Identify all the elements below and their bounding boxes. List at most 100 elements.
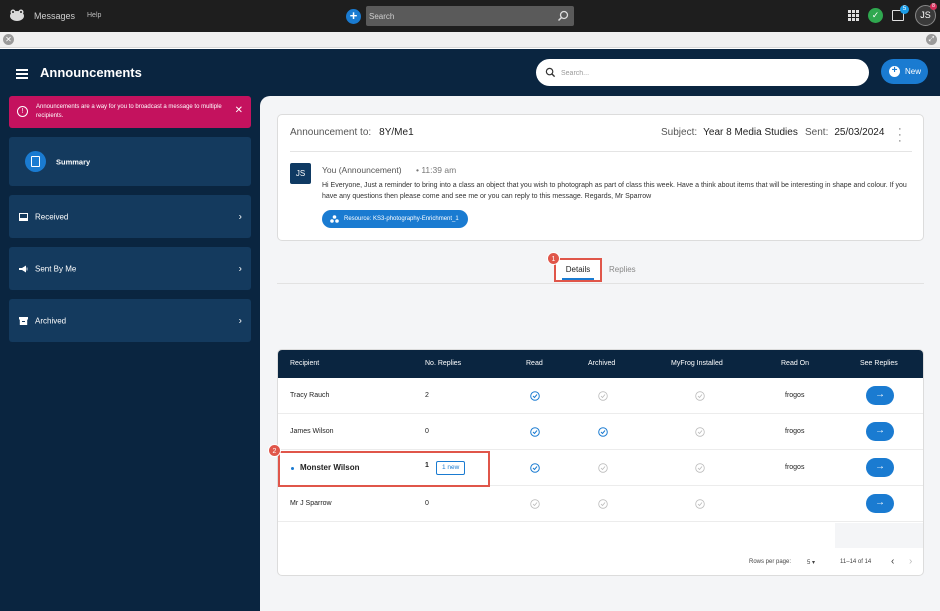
announcement-sent: Sent: 25/03/2024 (805, 127, 884, 138)
new-announcement-button[interactable]: + New (881, 59, 928, 84)
search-icon (545, 67, 556, 78)
notification-badge: 8 (930, 3, 937, 10)
detail-tabs: Details 1 Replies (277, 252, 924, 284)
tab-details-label: Details (565, 265, 591, 274)
inbox-count-badge: 5 (900, 5, 909, 14)
archive-icon (19, 316, 28, 325)
message-body: Hi Everyone, Just a reminder to bring in… (322, 182, 907, 200)
th-read[interactable]: Read (526, 350, 543, 378)
reply-count: 0 (425, 500, 429, 507)
inbox-icon (19, 212, 28, 221)
archived-check-icon (598, 427, 608, 437)
sidebar-item-label: Received (35, 212, 69, 221)
th-replies[interactable]: No. Replies (425, 350, 461, 378)
announcements-search[interactable] (536, 59, 869, 86)
table-pagination: Rows per page: 5 ▾ 11–14 of 14 ‹ › (278, 548, 923, 575)
th-myfrog-installed[interactable]: MyFrog Installed (671, 350, 723, 378)
announcements-app: Announcements + New ! Announcements are … (0, 49, 940, 611)
content-panel: Announcement to: 8Y/Me1 Subject: Year 8 Me… (260, 96, 940, 611)
read-on: frogos (785, 428, 805, 435)
annotation-highlight (278, 451, 490, 487)
chevron-left-icon[interactable]: ‹ (891, 556, 894, 567)
announcement-subject: Subject: Year 8 Media Studies (661, 127, 798, 138)
reply-count: 2 (425, 392, 429, 399)
resource-icon (330, 215, 339, 223)
info-alert: ! Announcements are a way for you to bro… (9, 96, 251, 128)
chevron-right-icon[interactable]: › (909, 556, 912, 567)
to-label: Announcement to: (290, 127, 372, 138)
recipient-name: Tracy Rauch (290, 392, 330, 399)
recipient-name: Mr J Sparrow (290, 500, 332, 507)
step-badge-2: 2 (268, 444, 281, 457)
divider (290, 151, 912, 152)
alert-close-icon[interactable]: ✕ (235, 105, 243, 116)
sidebar-item-sent-by-me[interactable]: Sent By Me › (9, 247, 251, 290)
archived-check-icon (598, 499, 608, 509)
status-check-icon[interactable]: ✓ (868, 8, 883, 23)
info-icon: ! (17, 106, 28, 117)
announcement-card: Announcement to: 8Y/Me1 Subject: Year 8 Me… (277, 114, 924, 241)
chevron-right-icon: › (238, 211, 242, 222)
more-options-icon[interactable]: · · · (898, 124, 902, 147)
th-read-on[interactable]: Read On (781, 350, 809, 378)
resource-chip[interactable]: Resource: KS3-photography-Enrichment_1 (322, 210, 468, 228)
read-check-icon (530, 499, 540, 509)
search-icon[interactable] (557, 10, 569, 22)
see-replies-button[interactable]: → (866, 422, 894, 441)
see-replies-button[interactable]: → (866, 494, 894, 513)
see-replies-button[interactable]: → (866, 458, 894, 477)
table-row: Mr J Sparrow 0 → (278, 486, 923, 522)
subject-label: Subject: (661, 127, 698, 138)
table-header: Recipient No. Replies Read Archived MyFr… (278, 350, 923, 378)
page-title: Announcements (40, 65, 142, 80)
table-row: James Wilson 0 frogos → (278, 414, 923, 450)
expand-icon[interactable]: ⤢ (926, 34, 937, 45)
see-replies-button[interactable]: → (866, 386, 894, 405)
page-range: 11–14 of 14 (840, 559, 872, 565)
installed-check-icon (695, 463, 705, 473)
plus-icon: + (889, 66, 900, 77)
sidebar-item-label: Sent By Me (35, 264, 77, 273)
rows-per-page-value: 5 (807, 560, 811, 566)
create-plus-button[interactable]: + (346, 9, 361, 24)
recipients-table: Recipient No. Replies Read Archived MyFr… (277, 349, 924, 576)
global-search-input[interactable] (369, 9, 549, 23)
rows-per-page-select[interactable]: 5 ▾ (807, 559, 815, 566)
close-icon[interactable]: ✕ (3, 34, 14, 45)
alert-message: Announcements are a way for you to broad… (36, 104, 222, 119)
frog-logo-icon[interactable] (9, 8, 25, 22)
author-name: You (Announcement) (322, 165, 402, 175)
chevron-right-icon: › (238, 315, 242, 326)
reply-count: 0 (425, 428, 429, 435)
rows-per-page-label: Rows per page: (749, 559, 792, 565)
author-avatar: JS (290, 163, 311, 184)
menu-icon[interactable] (16, 69, 28, 79)
app-title[interactable]: Messages (34, 11, 75, 21)
read-on: frogos (785, 464, 805, 471)
tab-details[interactable]: Details (554, 258, 602, 282)
step-badge-1: 1 (547, 252, 560, 265)
help-link[interactable]: Help (87, 12, 101, 19)
sent-value: 25/03/2024 (834, 127, 885, 138)
new-button-label: New (905, 67, 922, 76)
global-search[interactable] (366, 6, 574, 26)
read-check-icon (530, 427, 540, 437)
sidebar-item-received[interactable]: Received › (9, 195, 251, 238)
th-archived[interactable]: Archived (588, 350, 615, 378)
apps-grid-icon[interactable] (848, 10, 859, 21)
th-see-replies[interactable]: See Replies (860, 350, 898, 378)
sidebar-item-summary[interactable]: Summary (9, 137, 251, 186)
th-recipient[interactable]: Recipient (290, 350, 319, 378)
to-value: 8Y/Me1 (379, 127, 414, 138)
sidebar-item-label: Archived (35, 316, 67, 325)
announcements-search-input[interactable] (561, 66, 841, 80)
installed-check-icon (695, 391, 705, 401)
summary-icon (25, 151, 46, 172)
chevron-right-icon: › (238, 263, 242, 274)
resource-label: Resource: KS3-photography-Enrichment_1 (344, 216, 459, 222)
tab-replies[interactable]: Replies (609, 258, 636, 282)
sidebar-item-archived[interactable]: Archived › (9, 299, 251, 342)
message-time: • 11:39 am (416, 165, 457, 175)
archived-check-icon (598, 463, 608, 473)
megaphone-icon (19, 265, 28, 272)
